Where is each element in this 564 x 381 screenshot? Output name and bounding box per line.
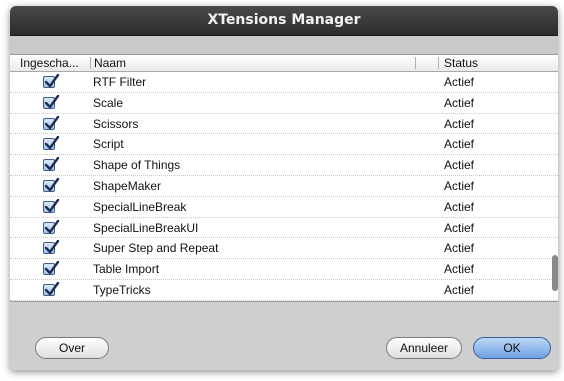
- annuleer-button[interactable]: Annuleer: [386, 337, 462, 359]
- table-row[interactable]: Super Step and Repeat Actief: [10, 238, 558, 260]
- xtension-status: Actief: [444, 116, 475, 131]
- checkbox-checked-icon[interactable]: [43, 281, 60, 296]
- column-divider[interactable]: [90, 57, 91, 69]
- xtension-name: Table Import: [93, 262, 160, 277]
- ok-button[interactable]: OK: [473, 337, 551, 359]
- window-title: XTensions Manager: [10, 6, 558, 36]
- table-header: Ingescha... Naam Status: [10, 55, 558, 72]
- xtension-name: Shape of Things: [93, 158, 181, 173]
- table-row[interactable]: Script Actief: [10, 134, 558, 156]
- xtension-status: Actief: [444, 137, 475, 152]
- xtensions-manager-window: XTensions Manager Ingescha... Naam Statu…: [10, 6, 558, 370]
- checkbox-checked-icon[interactable]: [43, 261, 60, 276]
- checkbox-checked-icon[interactable]: [43, 219, 60, 234]
- xtension-name: TypeTricks: [93, 282, 151, 297]
- xtension-name: ShapeMaker: [93, 178, 162, 193]
- table-rows: RTF Filter Actief Scale Actief Scissors Actie…: [10, 72, 558, 301]
- checkbox-checked-icon[interactable]: [43, 136, 60, 151]
- column-header-enabled[interactable]: Ingescha...: [20, 55, 90, 71]
- checkbox-checked-icon[interactable]: [43, 177, 60, 192]
- xtension-name: Scissors: [93, 116, 139, 131]
- xtension-status: Actief: [444, 178, 475, 193]
- xtensions-table[interactable]: Ingescha... Naam Status RTF Filter Actief…: [10, 54, 558, 302]
- toolbar-band: [10, 36, 558, 54]
- checkbox-checked-icon[interactable]: [43, 94, 60, 109]
- xtension-status: Actief: [444, 220, 475, 235]
- xtension-name: SpecialLineBreakUI: [93, 220, 199, 235]
- checkbox-checked-icon[interactable]: [43, 240, 60, 255]
- table-row[interactable]: SpecialLineBreak Actief: [10, 197, 558, 218]
- table-row[interactable]: Table Import Actief: [10, 259, 558, 280]
- column-header-status[interactable]: Status: [444, 55, 544, 71]
- xtension-status: Actief: [444, 95, 475, 110]
- column-header-name[interactable]: Naam: [94, 55, 414, 71]
- table-row[interactable]: Scissors Actief: [10, 114, 558, 135]
- xtension-name: Script: [93, 137, 124, 152]
- xtension-name: RTF Filter: [93, 75, 147, 89]
- xtension-name: Scale: [93, 95, 124, 110]
- xtension-status: Actief: [444, 241, 475, 256]
- xtension-status: Actief: [444, 158, 475, 173]
- xtension-name: SpecialLineBreak: [93, 199, 187, 214]
- table-row[interactable]: ShapeMaker Actief: [10, 176, 558, 197]
- xtension-status: Actief: [444, 282, 475, 297]
- checkbox-checked-icon[interactable]: [43, 198, 60, 213]
- table-row[interactable]: TypeTricks Actief: [10, 280, 558, 301]
- table-row[interactable]: Shape of Things Actief: [10, 155, 558, 176]
- column-divider[interactable]: [415, 57, 416, 69]
- checkbox-checked-icon[interactable]: [43, 115, 60, 130]
- xtension-status: Actief: [444, 75, 475, 89]
- checkbox-checked-icon[interactable]: [43, 157, 60, 172]
- vertical-scrollbar[interactable]: [552, 255, 558, 291]
- xtension-status: Actief: [444, 199, 475, 214]
- table-row[interactable]: Scale Actief: [10, 93, 558, 114]
- xtension-name: Super Step and Repeat: [93, 241, 219, 256]
- xtension-status: Actief: [444, 262, 475, 277]
- over-button[interactable]: Over: [35, 337, 109, 359]
- checkbox-checked-icon[interactable]: [43, 74, 60, 88]
- column-divider[interactable]: [438, 57, 439, 69]
- table-row[interactable]: SpecialLineBreakUI Actief: [10, 218, 558, 239]
- table-row[interactable]: RTF Filter Actief: [10, 72, 558, 93]
